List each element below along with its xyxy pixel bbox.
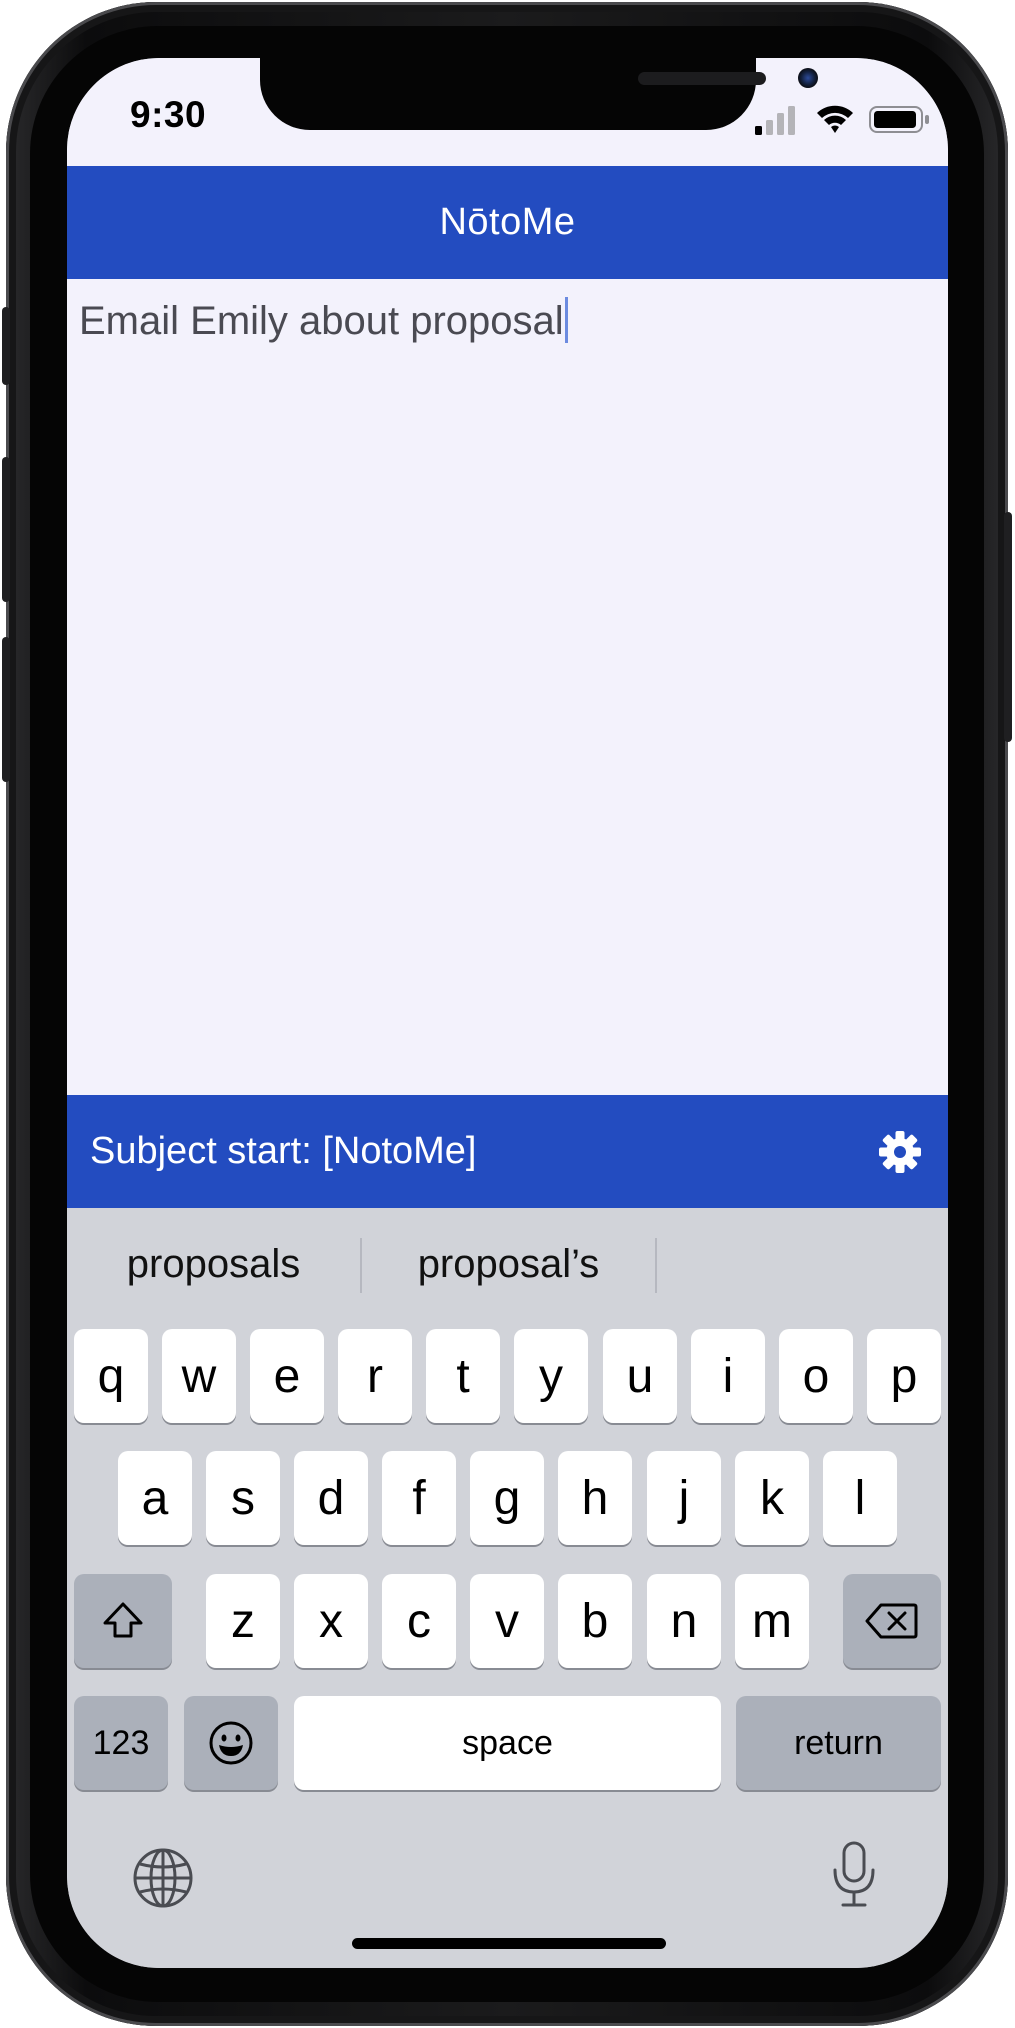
key-j[interactable]: j — [647, 1451, 721, 1545]
status-time: 9:30 — [130, 94, 207, 135]
key-r[interactable]: r — [338, 1329, 412, 1423]
front-camera — [798, 68, 818, 88]
key-p[interactable]: p — [867, 1329, 941, 1423]
key-x[interactable]: x — [294, 1574, 368, 1668]
key-i[interactable]: i — [691, 1329, 765, 1423]
subject-bar: Subject start: [NotoMe] — [67, 1095, 948, 1208]
key-v[interactable]: v — [470, 1574, 544, 1668]
numbers-key[interactable]: 123 — [74, 1696, 168, 1790]
home-indicator[interactable] — [352, 1938, 666, 1949]
keyboard: proposals proposal’s q w e r t y u i o p… — [67, 1208, 948, 1968]
key-k[interactable]: k — [735, 1451, 809, 1545]
battery-icon — [869, 106, 929, 133]
key-f[interactable]: f — [382, 1451, 456, 1545]
emoji-icon — [209, 1721, 253, 1765]
shift-key[interactable] — [74, 1574, 172, 1668]
wifi-icon — [817, 105, 853, 133]
gear-icon[interactable] — [879, 1131, 921, 1173]
notch — [260, 58, 818, 130]
note-editor[interactable]: Email Emily about proposal — [67, 279, 948, 1095]
space-key[interactable]: space — [294, 1696, 721, 1790]
text-caret — [564, 297, 568, 343]
status-icons — [755, 105, 929, 135]
key-e[interactable]: e — [250, 1329, 324, 1423]
cellular-signal-icon — [755, 106, 795, 135]
key-d[interactable]: d — [294, 1451, 368, 1545]
key-g[interactable]: g — [470, 1451, 544, 1545]
delete-key[interactable] — [843, 1574, 941, 1668]
key-z[interactable]: z — [206, 1574, 280, 1668]
volume-up-button — [2, 457, 10, 602]
status-bar: 9:30 — [67, 58, 948, 166]
key-c[interactable]: c — [382, 1574, 456, 1668]
app-title: NōtoMe — [439, 201, 576, 243]
key-t[interactable]: t — [426, 1329, 500, 1423]
key-q[interactable]: q — [74, 1329, 148, 1423]
volume-down-button — [2, 637, 10, 782]
power-button — [1004, 512, 1012, 742]
navigation-bar: NōtoMe — [67, 166, 948, 279]
key-m[interactable]: m — [735, 1574, 809, 1668]
suggestion-1[interactable]: proposals — [67, 1234, 360, 1294]
silent-switch — [2, 307, 10, 385]
key-b[interactable]: b — [558, 1574, 632, 1668]
key-y[interactable]: y — [514, 1329, 588, 1423]
key-s[interactable]: s — [206, 1451, 280, 1545]
key-l[interactable]: l — [823, 1451, 897, 1545]
key-w[interactable]: w — [162, 1329, 236, 1423]
shift-icon — [103, 1602, 143, 1638]
backspace-icon — [865, 1603, 918, 1639]
key-n[interactable]: n — [647, 1574, 721, 1668]
subject-label: Subject start: [NotoMe] — [90, 1130, 477, 1172]
suggestion-2[interactable]: proposal’s — [362, 1234, 655, 1294]
suggestion-3[interactable] — [657, 1234, 948, 1294]
emoji-key[interactable] — [184, 1696, 278, 1790]
note-text: Email Emily about proposal — [79, 299, 564, 343]
screen: 9:30 NōtoMe Email Emily about proposal S… — [67, 58, 948, 1968]
key-h[interactable]: h — [558, 1451, 632, 1545]
key-u[interactable]: u — [603, 1329, 677, 1423]
speaker-grille — [638, 72, 766, 85]
note-text-input[interactable]: Email Emily about proposal — [79, 297, 568, 344]
key-a[interactable]: a — [118, 1451, 192, 1545]
key-o[interactable]: o — [779, 1329, 853, 1423]
return-key[interactable]: return — [736, 1696, 941, 1790]
globe-icon[interactable] — [131, 1846, 195, 1910]
microphone-icon[interactable] — [829, 1840, 879, 1910]
